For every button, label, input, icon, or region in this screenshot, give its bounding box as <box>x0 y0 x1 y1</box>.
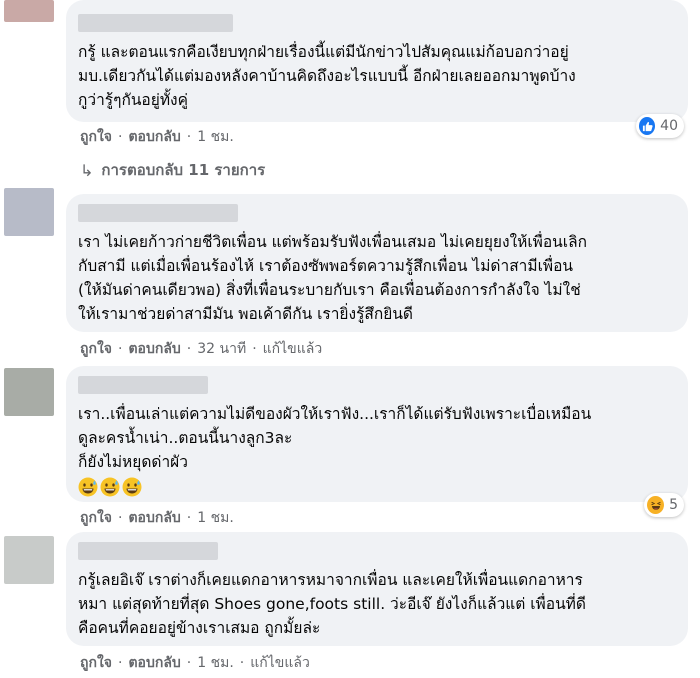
separator-dot: · <box>239 655 245 671</box>
commenter-name-redacted[interactable] <box>78 376 208 394</box>
timestamp[interactable]: 1 ชม. <box>197 507 234 529</box>
separator-dot: · <box>186 341 192 357</box>
comment-actions: ถูกใจ · ตอบกลับ · 32 นาที · แก้ไขแล้ว <box>80 338 322 360</box>
separator-dot: · <box>118 129 123 145</box>
edited-label: แก้ไขแล้ว <box>250 655 310 671</box>
avatar[interactable] <box>4 368 54 416</box>
commenter-name-redacted[interactable] <box>78 204 238 222</box>
reaction-count: 5 <box>669 497 678 513</box>
separator-dot: · <box>186 129 192 145</box>
reaction-count: 40 <box>660 118 678 134</box>
view-replies-link[interactable]: ↳ การตอบกลับ 11 รายการ <box>80 158 265 182</box>
grinning-sweat-emoji <box>100 477 120 496</box>
separator-dot: · <box>252 341 257 357</box>
reply-link[interactable]: ตอบกลับ <box>128 652 180 674</box>
comment-bubble: กรู้เลยอิเจ๊ เราต่างก็เคยแดกอาหารหมาจากเ… <box>66 532 688 646</box>
comment-bubble: เรา ไม่เคยก้าวก่ายชีวิตเพื่อน แต่พร้อมรั… <box>66 194 688 332</box>
grinning-sweat-emoji <box>78 477 98 496</box>
like-link[interactable]: ถูกใจ <box>80 338 112 360</box>
comment-bubble: เรา..เพื่อนเล่าแต่ความไม่ดีของผัวให้เราฟ… <box>66 366 688 502</box>
haha-icon <box>647 496 665 514</box>
avatar[interactable] <box>4 536 54 584</box>
timestamp[interactable]: 32 นาที <box>197 338 246 360</box>
commenter-name-redacted[interactable] <box>78 14 233 32</box>
comment-actions: ถูกใจ · ตอบกลับ · 1 ชม. <box>80 507 234 529</box>
reply-link[interactable]: ตอบกลับ <box>128 338 180 360</box>
separator-dot: · <box>186 510 192 526</box>
commenter-name-redacted[interactable] <box>78 542 218 560</box>
comment-bubble: กรู้ และตอนแรกคือเงียบทุกฝ่ายเรื่องนี้แต… <box>66 0 688 122</box>
avatar[interactable] <box>4 0 54 22</box>
comment-text: กรู้ และตอนแรกคือเงียบทุกฝ่ายเรื่องนี้แต… <box>78 43 576 109</box>
reaction-badge[interactable]: 5 <box>644 493 684 517</box>
grinning-sweat-emoji <box>122 477 142 496</box>
like-link[interactable]: ถูกใจ <box>80 507 112 529</box>
comment-text: เรา ไม่เคยก้าวก่ายชีวิตเพื่อน แต่พร้อมรั… <box>78 233 587 323</box>
separator-dot: · <box>186 655 192 671</box>
like-link[interactable]: ถูกใจ <box>80 126 112 148</box>
reply-arrow-icon: ↳ <box>80 160 94 180</box>
timestamp[interactable]: 1 ชม. <box>197 126 234 148</box>
avatar[interactable] <box>4 188 54 236</box>
emoji-row <box>78 476 674 497</box>
separator-dot: · <box>118 655 123 671</box>
reaction-badge[interactable]: 40 <box>636 114 684 138</box>
comment-actions: ถูกใจ · ตอบกลับ · 1 ชม. · แก้ไขแล้ว <box>80 652 310 674</box>
comment-actions: ถูกใจ · ตอบกลับ · 1 ชม. <box>80 126 234 148</box>
edited-label: แก้ไขแล้ว <box>262 341 323 357</box>
like-icon <box>639 117 656 135</box>
comment-text: เรา..เพื่อนเล่าแต่ความไม่ดีของผัวให้เราฟ… <box>78 405 592 471</box>
like-link[interactable]: ถูกใจ <box>80 652 112 674</box>
reply-link[interactable]: ตอบกลับ <box>128 507 180 529</box>
reply-link[interactable]: ตอบกลับ <box>128 126 180 148</box>
separator-dot: · <box>118 510 123 526</box>
comment-text: กรู้เลยอิเจ๊ เราต่างก็เคยแดกอาหารหมาจากเ… <box>78 571 586 637</box>
separator-dot: · <box>118 341 123 357</box>
replies-count-label: การตอบกลับ 11 รายการ <box>101 161 266 179</box>
timestamp[interactable]: 1 ชม. <box>197 652 234 674</box>
